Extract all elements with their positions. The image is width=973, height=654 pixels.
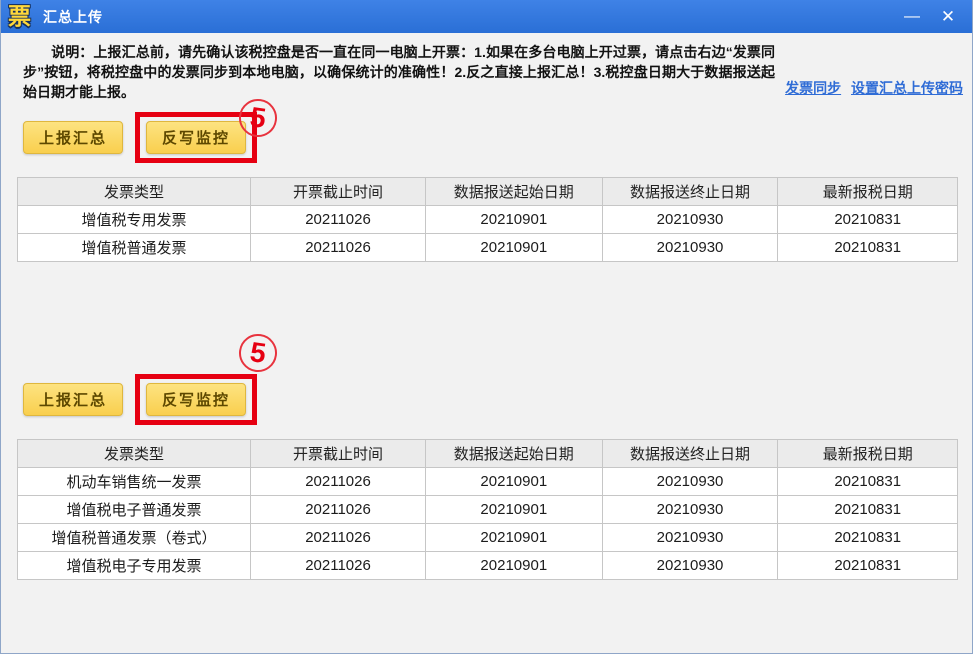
report-summary-button-2[interactable]: 上报汇总	[23, 383, 123, 416]
summary-upload-window: 票 汇总上传 — ✕ 说明：上报汇总前，请先确认该税控盘是否一直在同一电脑上开票…	[0, 0, 973, 654]
table-row: 增值税电子普通发票 20211026 20210901 20210930 202…	[16, 495, 958, 524]
app-invoice-icon: 票	[8, 3, 31, 29]
top-links: 发票同步 设置汇总上传密码	[779, 78, 963, 98]
window-title: 汇总上传	[43, 8, 103, 25]
col-report-end-date: 数据报送终止日期	[601, 439, 779, 468]
invoice-sync-link[interactable]: 发票同步	[785, 80, 841, 96]
table-row: 增值税普通发票（卷式） 20211026 20210901 20210930 2…	[16, 523, 958, 552]
minimize-icon[interactable]: —	[894, 0, 930, 33]
table-row: 增值税电子专用发票 20211026 20210901 20210930 202…	[16, 551, 958, 580]
notice-label: 说明：	[51, 44, 94, 60]
table-header-row: 发票类型 开票截止时间 数据报送起始日期 数据报送终止日期 最新报税日期	[16, 177, 958, 206]
notice-text: 说明：上报汇总前，请先确认该税控盘是否一直在同一电脑上开票：1.如果在多台电脑上…	[23, 42, 775, 102]
button-row: 上报汇总 反写监控 5	[1, 331, 972, 425]
close-icon[interactable]: ✕	[930, 0, 966, 33]
table-header-row: 发票类型 开票截止时间 数据报送起始日期 数据报送终止日期 最新报税日期	[16, 439, 958, 468]
section-special-invoices: 上报汇总 反写监控 5 发票类型 开票截止时间 数据报送起始日期 数据报送终止日…	[1, 96, 972, 262]
notice-body: 上报汇总前，请先确认该税控盘是否一直在同一电脑上开票：1.如果在多台电脑上开过票…	[23, 44, 775, 100]
col-issue-deadline: 开票截止时间	[250, 177, 426, 206]
table-row: 增值税专用发票 20211026 20210901 20210930 20210…	[16, 205, 958, 234]
highlight-box-2: 反写监控	[135, 374, 257, 425]
col-invoice-type: 发票类型	[16, 439, 252, 468]
col-report-start-date: 数据报送起始日期	[424, 177, 603, 206]
section-other-invoices: 上报汇总 反写监控 5 发票类型 开票截止时间 数据报送起始日期 数据报送终止日…	[1, 331, 972, 580]
writeback-monitor-button[interactable]: 反写监控	[146, 121, 246, 154]
col-issue-deadline: 开票截止时间	[250, 439, 426, 468]
set-upload-password-link[interactable]: 设置汇总上传密码	[851, 80, 963, 96]
report-summary-button[interactable]: 上报汇总	[23, 121, 123, 154]
col-latest-tax-date: 最新报税日期	[777, 177, 958, 206]
annotation-step-5: 5	[236, 331, 280, 375]
table-row: 机动车销售统一发票 20211026 20210901 20210930 202…	[16, 467, 958, 496]
table-row: 增值税普通发票 20211026 20210901 20210930 20210…	[16, 233, 958, 262]
col-invoice-type: 发票类型	[16, 177, 252, 206]
col-latest-tax-date: 最新报税日期	[777, 439, 958, 468]
titlebar: 票 汇总上传 — ✕	[1, 0, 972, 33]
button-row: 上报汇总 反写监控 5	[1, 96, 972, 163]
invoice-table-1: 发票类型 开票截止时间 数据报送起始日期 数据报送终止日期 最新报税日期 增值税…	[16, 177, 958, 262]
col-report-start-date: 数据报送起始日期	[424, 439, 603, 468]
notice-area: 说明：上报汇总前，请先确认该税控盘是否一直在同一电脑上开票：1.如果在多台电脑上…	[1, 33, 972, 102]
writeback-monitor-button-2[interactable]: 反写监控	[146, 383, 246, 416]
col-report-end-date: 数据报送终止日期	[601, 177, 779, 206]
invoice-table-2: 发票类型 开票截止时间 数据报送起始日期 数据报送终止日期 最新报税日期 机动车…	[16, 439, 958, 580]
